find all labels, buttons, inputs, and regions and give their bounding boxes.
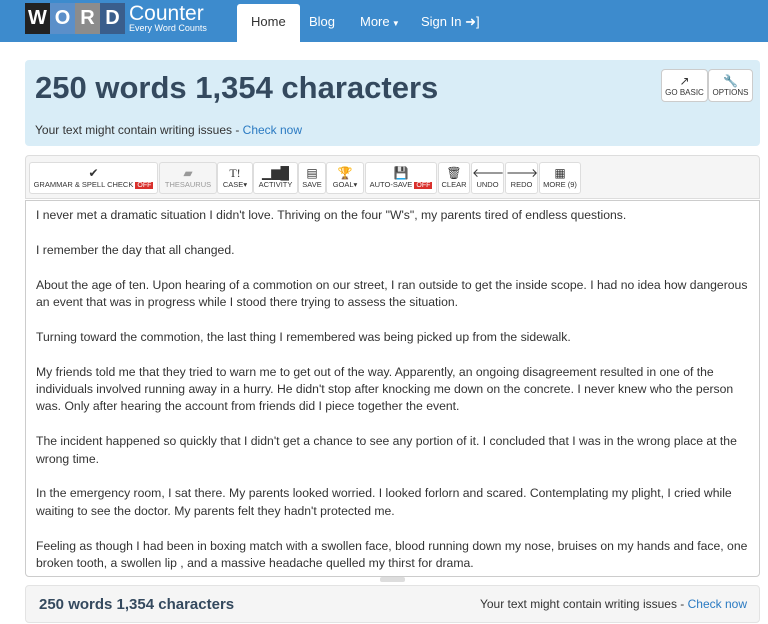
nav-blog[interactable]: Blog [296,4,348,42]
paragraph: I never met a dramatic situation I didn'… [36,208,627,222]
clear-button[interactable]: 🗑 CLEAR [438,162,470,194]
text-case-icon: T! [229,166,241,180]
paragraph: About the age of ten. Upon hearing of a … [36,277,748,309]
save-file-icon: ▤ [306,166,318,180]
paragraph: The incident happened so quickly that I … [36,434,737,466]
page-title: 250 words 1,354 characters [35,70,439,105]
button-label: CLEAR [441,180,467,189]
paragraph: Feeling as though I had been in boxing m… [36,538,748,571]
editor-toolbar: ✔ GRAMMAR & SPELL CHECK OFF ▰ THESAURUS T!… [25,155,760,199]
navbar: W O R D Counter Every Word Counts Home B… [0,0,768,42]
nav-label: More [360,14,390,29]
logo-tagline: Every Word Counts [129,23,207,33]
footer-count: 250 words 1,354 characters [39,596,235,613]
nav-sign-in[interactable]: Sign In ➜] [408,4,493,42]
logo[interactable]: W O R D [25,3,125,34]
wrench-icon: 🔧 [723,74,738,88]
writing-issues-text: Your text might contain writing issues -… [35,123,302,137]
button-label: CASE [222,180,244,189]
issue-text: Your text might contain writing issues - [35,123,243,137]
sign-in-icon: ➜] [461,14,480,29]
paragraph: Turning toward the commotion, the last t… [36,329,571,344]
goal-button[interactable]: 🏆 GOAL▾ [326,162,364,194]
button-label: ACTIVITY [258,180,293,189]
check-now-link[interactable]: Check now [243,123,302,137]
thesaurus-button[interactable]: ▰ THESAURUS [159,162,217,194]
book-icon: ▰ [183,166,193,180]
resize-handle[interactable] [380,577,405,582]
paragraph: In the emergency room, I sat there. My p… [36,486,732,518]
summary-panel: 250 words 1,354 characters Your text mig… [25,60,760,146]
logo-name: Counter [129,2,204,25]
nav-more[interactable]: More ▼ [347,4,413,42]
footer-issues: Your text might contain writing issues -… [480,597,747,611]
more-button[interactable]: ▦ MORE (9) [539,162,581,194]
paragraph: I remember the day that all changed. [36,242,235,257]
activity-button[interactable]: ▁▆█ ACTIVITY [253,162,298,194]
save-button[interactable]: ▤ SAVE [298,162,326,194]
case-button[interactable]: T! CASE▾ [217,162,253,194]
bar-chart-icon: ▁▆█ [262,166,289,180]
logo-letter: D [100,3,125,34]
issue-text: Your text might contain writing issues - [479,597,688,611]
options-button[interactable]: 🔧 OPTIONS [708,69,753,102]
grid-icon: ▦ [554,166,566,180]
footer-panel: 250 words 1,354 characters Your text mig… [25,585,760,623]
arrow-right-icon: 🡒 [506,166,539,180]
off-badge: OFF [414,182,433,189]
nav-label: Sign In [421,14,462,29]
grammar-check-button[interactable]: ✔ GRAMMAR & SPELL CHECK OFF [29,162,158,194]
check-now-link[interactable]: Check now [688,597,747,611]
nav-label: Blog [309,14,336,29]
arrow-left-icon: 🡐 [472,166,505,180]
off-badge: OFF [135,182,154,189]
redo-button[interactable]: 🡒 REDO [505,162,538,194]
caret-down-icon: ▼ [389,19,400,28]
button-label: OPTIONS [712,88,749,97]
button-label: AUTO-SAVE [369,180,413,189]
logo-letter: R [75,3,100,34]
nav-label: Home [251,14,286,29]
button-label: GRAMMAR & SPELL CHECK [33,180,134,189]
logo-letter: W [25,3,50,34]
button-label: SAVE [302,180,322,189]
nav-home[interactable]: Home [237,4,300,42]
button-label: UNDO [476,180,499,189]
floppy-icon: 💾 [393,166,409,180]
go-basic-button[interactable]: ↗ GO BASIC [661,69,708,102]
trash-icon: 🗑 [446,166,462,180]
check-icon: ✔ [88,166,99,180]
logo-text: Counter Every Word Counts [129,2,207,33]
button-label: THESAURUS [164,180,212,189]
trophy-icon: 🏆 [337,166,353,180]
button-label: GO BASIC [665,88,704,97]
text-editor[interactable]: I never met a dramatic situation I didn'… [25,200,760,577]
logo-letter: O [50,3,75,34]
button-label: GOAL [332,180,354,189]
external-link-icon: ↗ [679,74,690,88]
undo-button[interactable]: 🡐 UNDO [471,162,504,194]
auto-save-button[interactable]: 💾 AUTO-SAVE OFF [365,162,437,194]
paragraph: My friends told me that they tried to wa… [36,364,734,414]
button-label: REDO [510,180,533,189]
button-label: MORE (9) [543,180,577,189]
